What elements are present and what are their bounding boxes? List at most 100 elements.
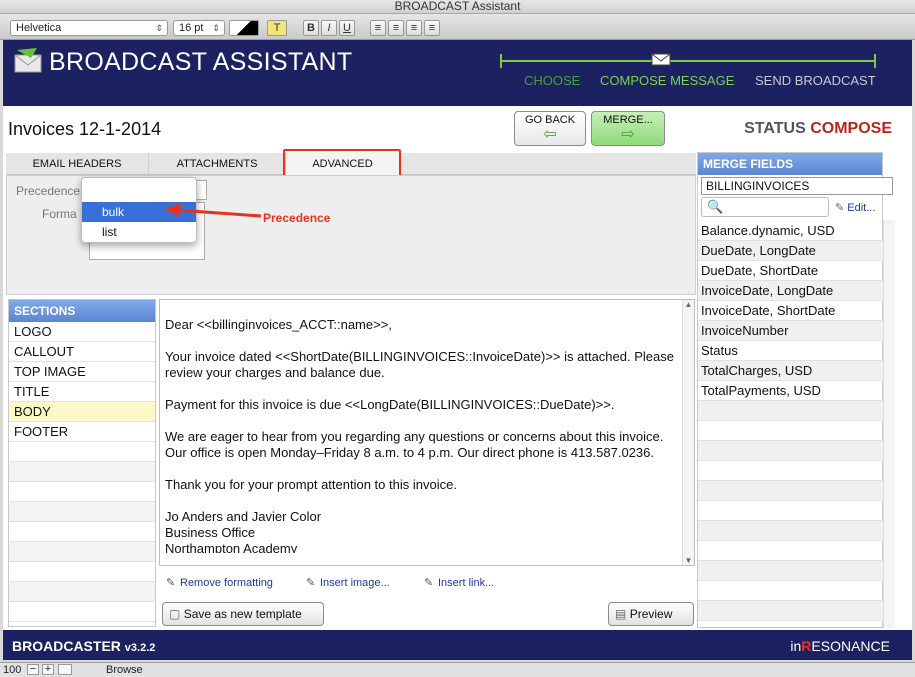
align-justify-button[interactable]: ≡ <box>424 20 440 36</box>
insert-link-label: Insert link... <box>438 577 495 589</box>
search-icon: 🔍 <box>707 199 724 214</box>
layout-toggle-icon[interactable] <box>58 664 72 675</box>
merge-field-item[interactable]: DueDate, LongDate <box>698 241 884 261</box>
merge-field-item[interactable]: Balance.dynamic, USD <box>698 221 884 241</box>
merge-empty-row <box>698 401 884 421</box>
insert-image-label: Insert image... <box>320 577 390 589</box>
product-version: v3.2.2 <box>124 642 156 654</box>
text-style-button[interactable]: T <box>267 20 287 36</box>
align-right-button[interactable]: ≡ <box>406 20 422 36</box>
brand-r: R <box>801 638 812 654</box>
section-top-image[interactable]: TOP IMAGE <box>9 362 155 382</box>
preview-icon: ▤ <box>615 607 627 621</box>
progress-tick-end <box>874 54 876 68</box>
section-callout[interactable]: CALLOUT <box>9 342 155 362</box>
message-editor[interactable]: Dear <<billinginvoices_ACCT::name>>, You… <box>159 299 695 566</box>
format-label: Forma <box>42 207 77 221</box>
merge-empty-row <box>698 561 884 581</box>
brand-in: in <box>790 638 802 654</box>
progress-tick-start <box>500 54 502 68</box>
tab-attachments[interactable]: ATTACHMENTS <box>149 153 286 175</box>
merge-edit-link[interactable]: ✎ Edit... <box>835 201 875 214</box>
font-size-value: 16 pt <box>179 22 204 34</box>
text-color-swatch[interactable] <box>229 20 259 36</box>
merge-fields-list: Balance.dynamic, USD DueDate, LongDate D… <box>698 221 884 621</box>
align-center-icon: ≡ <box>392 22 400 34</box>
font-select[interactable]: Helvetica ⇕ <box>10 20 168 36</box>
annotation-arrow <box>165 203 262 218</box>
merge-field-item[interactable]: Status <box>698 341 884 361</box>
wand-icon: ✎ <box>166 577 176 589</box>
step-choose[interactable]: CHOOSE <box>524 73 580 88</box>
section-empty-row <box>9 462 155 482</box>
sections-header: SECTIONS <box>9 300 155 322</box>
progress-line <box>500 60 876 62</box>
main-panel: Invoices 12-1-2014 GO BACK ⇦ MERGE... ⇨ … <box>3 106 912 630</box>
insert-image-link[interactable]: ✎ Insert image... <box>306 576 390 589</box>
font-select-value: Helvetica <box>16 22 62 34</box>
wand-icon: ✎ <box>306 577 316 589</box>
merge-field-item[interactable]: TotalPayments, USD <box>698 381 884 401</box>
step-send-broadcast[interactable]: SEND BROADCAST <box>755 73 876 88</box>
app-footer: BROADCASTER v3.2.2 inRESONANCE <box>3 630 912 660</box>
status-label: STATUS <box>744 120 806 137</box>
bold-label: B <box>307 22 315 34</box>
body-paragraph: Payment for this invoice is due <<LongDa… <box>165 397 615 412</box>
merge-search-input[interactable]: 🔍 <box>701 197 829 217</box>
underline-label: U <box>343 22 351 34</box>
merge-field-item[interactable]: InvoiceNumber <box>698 321 884 341</box>
editor-scrollbar[interactable]: ▲ ▼ <box>682 300 694 565</box>
align-center-button[interactable]: ≡ <box>388 20 404 36</box>
app-title: BROADCAST ASSISTANT <box>49 48 353 76</box>
align-right-icon: ≡ <box>410 22 418 34</box>
body-paragraph: Dear <<billinginvoices_ACCT::name>>, <box>165 317 392 332</box>
merge-empty-row <box>698 581 884 601</box>
insert-link-link[interactable]: ✎ Insert link... <box>424 576 494 589</box>
merge-field-item[interactable]: InvoiceDate, ShortDate <box>698 301 884 321</box>
zoom-out-icon[interactable]: − <box>27 664 39 675</box>
section-title[interactable]: TITLE <box>9 382 155 402</box>
window-title: BROADCAST Assistant <box>394 0 521 13</box>
save-as-template-button[interactable]: ▢ Save as new template <box>162 602 324 626</box>
go-back-button[interactable]: GO BACK ⇦ <box>514 111 586 146</box>
section-empty-row <box>9 602 155 622</box>
font-size-select[interactable]: 16 pt ⇕ <box>173 20 225 36</box>
section-logo[interactable]: LOGO <box>9 322 155 342</box>
merge-button[interactable]: MERGE... ⇨ <box>591 111 665 146</box>
app-header: BROADCAST ASSISTANT CHOOSE COMPOSE MESSA… <box>3 40 912 106</box>
merge-field-item[interactable]: InvoiceDate, LongDate <box>698 281 884 301</box>
zoom-level[interactable]: 100 <box>3 663 21 677</box>
underline-button[interactable]: U <box>339 20 355 36</box>
window-status-bar: 100 − + Browse <box>0 662 915 677</box>
page-title: Invoices 12-1-2014 <box>8 119 162 139</box>
tab-email-headers[interactable]: EMAIL HEADERS <box>6 153 149 175</box>
brand-logo: inRESONANCE <box>790 638 890 654</box>
mode-indicator[interactable]: Browse <box>106 663 143 677</box>
italic-button[interactable]: I <box>321 20 337 36</box>
save-as-template-label: Save as new template <box>183 607 302 621</box>
step-compose-message[interactable]: COMPOSE MESSAGE <box>600 73 734 88</box>
merge-scrollbar[interactable] <box>883 220 895 628</box>
signature-line: Northampton Academy <box>165 541 298 553</box>
chevron-updown-icon: ⇕ <box>155 23 163 33</box>
scroll-up-icon[interactable]: ▲ <box>683 300 694 309</box>
align-left-button[interactable]: ≡ <box>370 20 386 36</box>
arrow-left-icon: ⇦ <box>543 126 557 143</box>
section-empty-row <box>9 482 155 502</box>
merge-field-item[interactable]: TotalCharges, USD <box>698 361 884 381</box>
remove-formatting-label: Remove formatting <box>180 577 273 589</box>
section-body[interactable]: BODY <box>9 402 155 422</box>
merge-empty-row <box>698 481 884 501</box>
section-footer[interactable]: FOOTER <box>9 422 155 442</box>
merge-table-select[interactable]: BILLINGINVOICES <box>701 177 893 195</box>
signature-line: Jo Anders and Javier Color <box>165 509 322 524</box>
remove-formatting-link[interactable]: ✎ Remove formatting <box>166 576 273 589</box>
merge-field-item[interactable]: DueDate, ShortDate <box>698 261 884 281</box>
message-body[interactable]: Dear <<billinginvoices_ACCT::name>>, You… <box>165 317 685 553</box>
merge-empty-row <box>698 541 884 561</box>
scroll-down-icon[interactable]: ▼ <box>683 556 694 565</box>
bold-button[interactable]: B <box>303 20 319 36</box>
merge-empty-row <box>698 501 884 521</box>
zoom-in-icon[interactable]: + <box>42 664 54 675</box>
preview-button[interactable]: ▤ Preview <box>608 602 694 626</box>
